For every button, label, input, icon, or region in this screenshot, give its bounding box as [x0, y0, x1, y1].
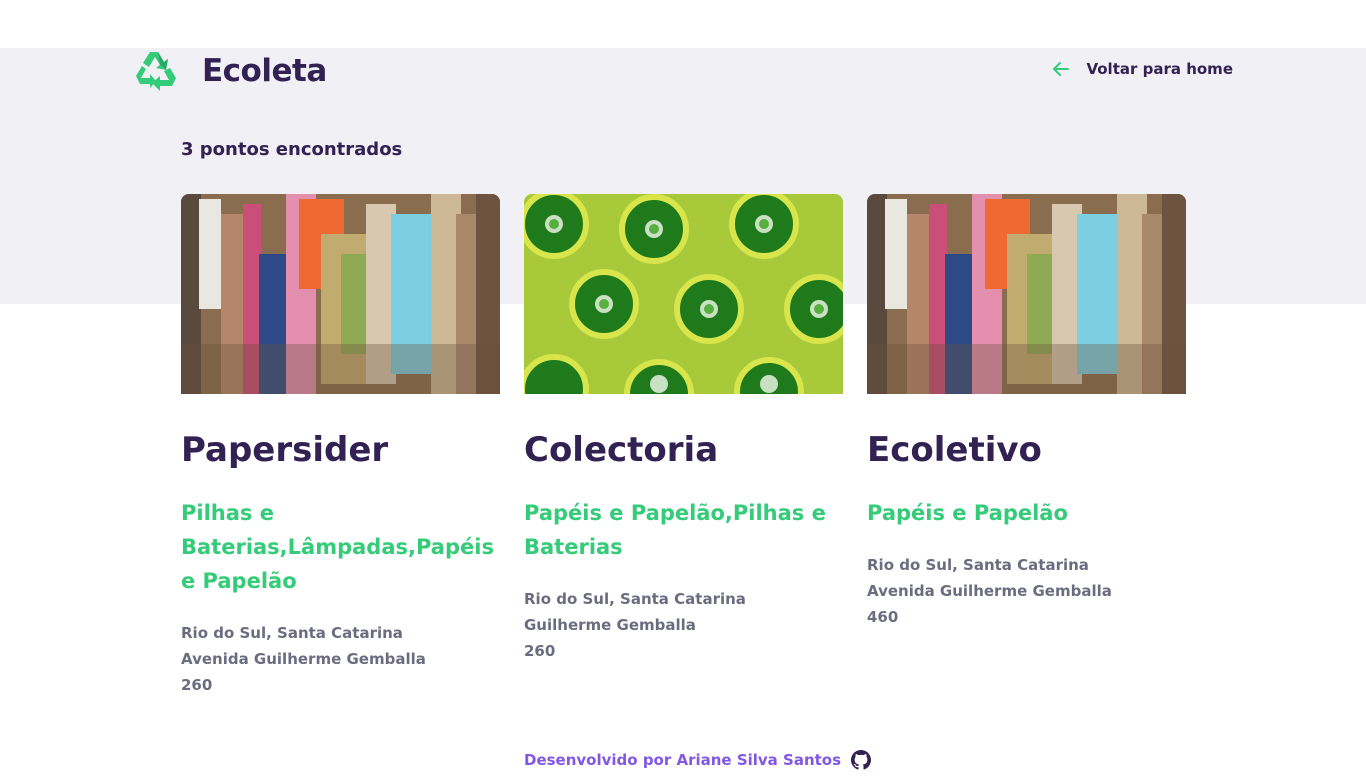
app-name: Ecoleta [202, 53, 327, 89]
point-city: Rio do Sul, Santa Catarina [524, 590, 746, 608]
point-address: Rio do Sul, Santa Catarina Avenida Guilh… [867, 552, 1186, 630]
paper-bale-photo [867, 194, 1186, 394]
glass-bottles-photo [524, 194, 843, 394]
point-address: Rio do Sul, Santa Catarina Avenida Guilh… [181, 620, 500, 698]
point-address: Rio do Sul, Santa Catarina Guilherme Gem… [524, 586, 843, 664]
page: Ecoleta Voltar para home 3 pontos encont… [0, 0, 1366, 779]
point-image [181, 194, 500, 394]
point-city: Rio do Sul, Santa Catarina [867, 556, 1089, 574]
recycle-icon [136, 52, 176, 91]
arrow-left-icon [1053, 62, 1070, 76]
back-home-label: Voltar para home [1086, 60, 1233, 78]
point-card[interactable]: Ecoletivo Papéis e Papelão Rio do Sul, S… [867, 194, 1186, 698]
point-street: Avenida Guilherme Gemballa [181, 650, 426, 668]
point-items: Pilhas e Baterias,Lâmpadas,Papéis e Pape… [181, 501, 494, 593]
paper-bale-photo [181, 194, 500, 394]
logo[interactable]: Ecoleta [132, 48, 327, 94]
point-name: Ecoletivo [867, 430, 1042, 470]
point-card[interactable]: Papersider Pilhas e Baterias,Lâmpadas,Pa… [181, 194, 500, 698]
point-street: Avenida Guilherme Gemballa [867, 582, 1112, 600]
point-number: 260 [181, 676, 213, 694]
point-card[interactable]: Colectoria Papéis e Papelão,Pilhas e Bat… [524, 194, 843, 698]
point-items: Papéis e Papelão [867, 501, 1068, 525]
point-city: Rio do Sul, Santa Catarina [181, 624, 403, 642]
footer-credit: Desenvolvido por Ariane Silva Santos [524, 751, 842, 769]
point-image [867, 194, 1186, 394]
results-count: 3 pontos encontrados [181, 139, 403, 160]
header: Ecoleta Voltar para home [0, 48, 1366, 94]
point-name: Colectoria [524, 430, 719, 470]
point-image [524, 194, 843, 394]
back-home-link[interactable]: Voltar para home [1051, 59, 1233, 79]
point-street: Guilherme Gemballa [524, 616, 696, 634]
points-list: Papersider Pilhas e Baterias,Lâmpadas,Pa… [181, 194, 1186, 698]
point-items: Papéis e Papelão,Pilhas e Baterias [524, 501, 826, 559]
point-number: 460 [867, 608, 899, 626]
github-icon[interactable] [851, 750, 872, 770]
footer: Desenvolvido por Ariane Silva Santos [524, 750, 872, 770]
point-number: 260 [524, 642, 556, 660]
point-name: Papersider [181, 430, 389, 470]
